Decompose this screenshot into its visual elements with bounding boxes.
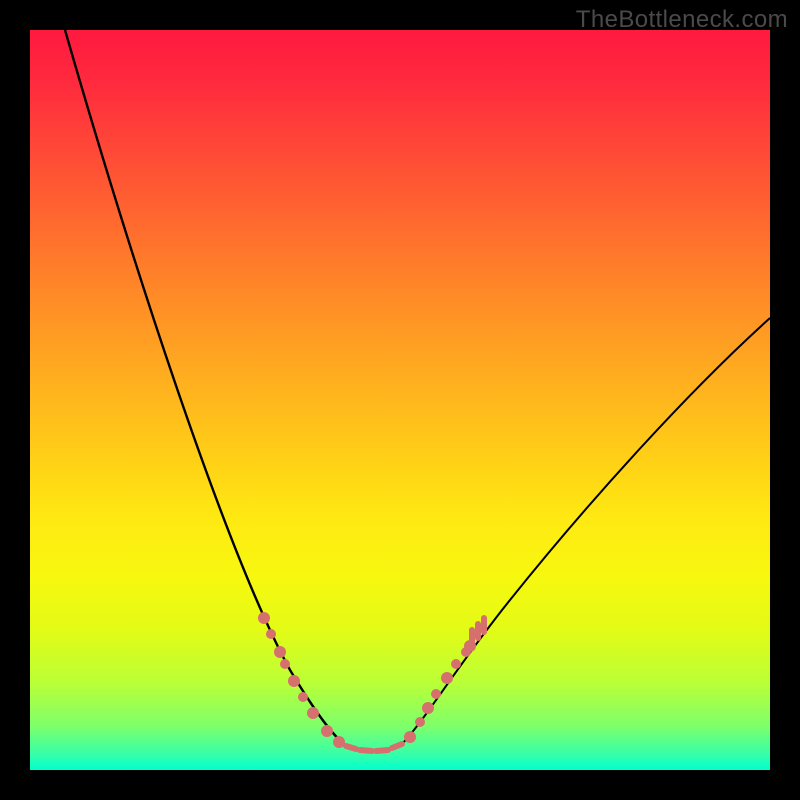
data-marker <box>288 675 300 687</box>
data-marker <box>422 702 434 714</box>
right-ticks-group <box>472 618 484 644</box>
data-marker <box>280 659 290 669</box>
frame-right <box>770 0 800 800</box>
watermark-text: TheBottleneck.com <box>576 6 788 34</box>
data-dash <box>392 744 402 748</box>
data-marker <box>298 692 308 702</box>
right-curve <box>402 318 770 744</box>
data-marker <box>307 707 319 719</box>
frame-bottom <box>0 770 800 800</box>
data-marker <box>266 629 276 639</box>
data-marker <box>404 731 416 743</box>
data-marker <box>441 672 453 684</box>
data-marker <box>431 689 441 699</box>
data-marker <box>415 717 425 727</box>
left-markers-group <box>258 612 345 748</box>
data-marker <box>451 659 461 669</box>
plot-area <box>30 30 770 770</box>
left-curve <box>65 30 350 748</box>
data-dash <box>346 746 356 749</box>
data-marker <box>258 612 270 624</box>
valley-dashes-group <box>346 744 402 751</box>
data-dash <box>376 750 388 751</box>
data-dash <box>360 750 372 751</box>
chart-svg <box>30 30 770 770</box>
data-marker <box>274 646 286 658</box>
data-marker <box>461 647 471 657</box>
data-marker <box>321 725 333 737</box>
frame-left <box>0 0 30 800</box>
